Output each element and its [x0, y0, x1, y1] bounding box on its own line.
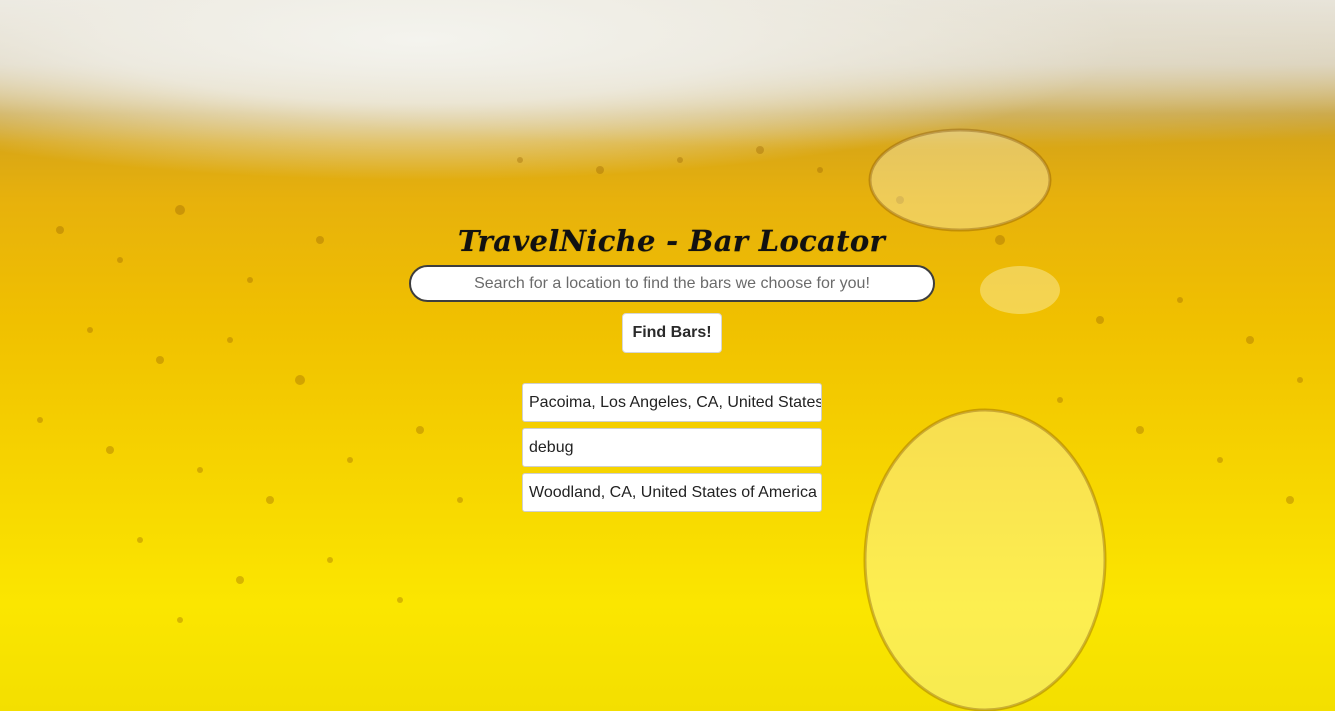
search-history-list: Pacoima, Los Angeles, CA, United States …: [522, 383, 822, 518]
location-search-input[interactable]: [409, 265, 935, 302]
history-item-debug[interactable]: debug: [522, 428, 822, 467]
beer-background: [0, 0, 1335, 711]
find-bars-button[interactable]: Find Bars!: [622, 313, 722, 353]
page-title: TravelNiche - Bar Locator: [457, 224, 886, 258]
history-item-pacoima[interactable]: Pacoima, Los Angeles, CA, United States …: [522, 383, 822, 422]
history-item-woodland[interactable]: Woodland, CA, United States of America: [522, 473, 822, 512]
